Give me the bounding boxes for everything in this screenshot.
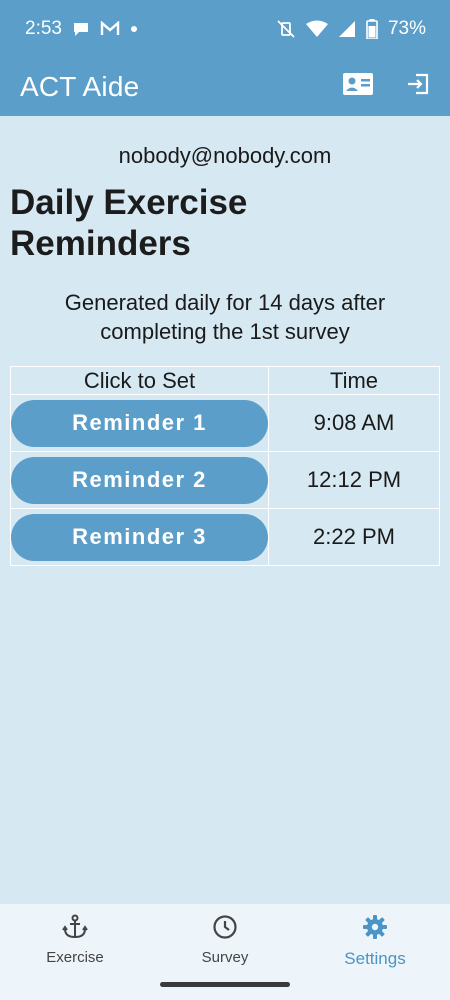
reminder-table: Click to Set Time Reminder 1 9:08 AM Rem… — [10, 366, 440, 566]
nav-label-survey: Survey — [201, 949, 249, 966]
gmail-icon — [100, 20, 120, 37]
contact-card-button[interactable] — [342, 71, 374, 103]
app-bar: ACT Aide — [0, 57, 450, 116]
reminder-1-time: 9:08 AM — [268, 394, 440, 452]
reminder-2-button[interactable]: Reminder 2 — [11, 456, 268, 504]
page-title: Daily Exercise Reminders — [10, 183, 248, 263]
chat-bubble-icon — [72, 20, 90, 38]
status-bar: 2:53 73% — [0, 0, 450, 57]
table-row: Reminder 3 2:22 PM — [10, 508, 440, 566]
page-subtitle: Generated daily for 14 days after comple… — [64, 290, 386, 344]
account-email: nobody@nobody.com — [118, 143, 332, 168]
header-time: Time — [268, 366, 440, 395]
reminder-2-time: 12:12 PM — [268, 451, 440, 509]
nav-item-survey[interactable]: Survey — [150, 914, 300, 966]
reminder-button-cell: Reminder 3 — [10, 508, 269, 566]
home-indicator[interactable] — [160, 982, 290, 987]
status-time: 2:53 — [25, 17, 62, 39]
notification-dot-icon — [130, 25, 138, 33]
reminder-3-time: 2:22 PM — [268, 508, 440, 566]
table-row: Reminder 2 12:12 PM — [10, 451, 440, 509]
app-actions — [342, 71, 434, 103]
clock-icon — [212, 914, 238, 945]
nav-item-settings[interactable]: Settings — [300, 914, 450, 969]
status-right: 73% — [276, 18, 426, 40]
anchor-icon — [62, 914, 88, 945]
vibrate-off-icon — [276, 19, 296, 38]
contact-card-icon — [343, 73, 373, 100]
status-left: 2:53 — [25, 18, 138, 40]
battery-percent: 73% — [387, 17, 426, 39]
reminder-1-button[interactable]: Reminder 1 — [11, 399, 268, 447]
settings-content: nobody@nobody.com Daily Exercise Reminde… — [0, 116, 450, 904]
app-title: ACT Aide — [20, 70, 140, 102]
nav-label-exercise: Exercise — [46, 949, 104, 966]
logout-icon — [406, 72, 430, 101]
nav-item-exercise[interactable]: Exercise — [0, 914, 150, 966]
gear-icon — [362, 914, 388, 945]
cell-signal-icon — [338, 20, 356, 38]
reminder-3-button[interactable]: Reminder 3 — [11, 513, 268, 561]
nav-label-settings: Settings — [344, 949, 406, 968]
reminder-button-cell: Reminder 2 — [10, 451, 269, 509]
table-header-row: Click to Set Time — [10, 366, 440, 395]
wifi-icon — [305, 20, 328, 38]
logout-button[interactable] — [402, 71, 434, 103]
battery-icon — [366, 18, 378, 39]
header-click-to-set: Click to Set — [10, 366, 269, 395]
reminder-button-cell: Reminder 1 — [10, 394, 269, 452]
table-row: Reminder 1 9:08 AM — [10, 394, 440, 452]
